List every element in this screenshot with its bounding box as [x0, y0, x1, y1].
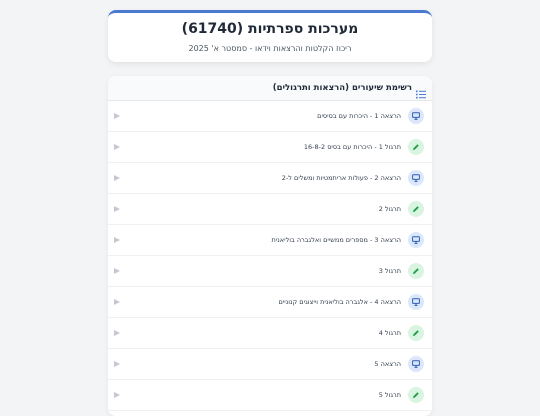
play-icon[interactable] — [114, 206, 120, 212]
presentation-icon — [408, 232, 424, 248]
lesson-row-label: הרצאה 1 - היכרות עם בסיסים — [317, 112, 401, 120]
lesson-row[interactable]: הרצאה 2 - פעולות אריתמטיות ומשלים ל-2 — [108, 163, 432, 194]
play-icon[interactable] — [114, 144, 120, 150]
lesson-row-label: הרצאה 4 - אלגברה בוליאנית וייצוגים קנוני… — [278, 298, 401, 306]
lessons-list: רשימת שיעורים (הרצאות ותרגולים) הרצאה 1 … — [108, 76, 432, 416]
presentation-icon — [408, 294, 424, 310]
lessons-list-header: רשימת שיעורים (הרצאות ותרגולים) — [108, 76, 432, 101]
lesson-row[interactable]: תרגול 3 — [108, 256, 432, 287]
play-icon[interactable] — [114, 299, 120, 305]
play-icon[interactable] — [114, 113, 120, 119]
page-subtitle: ריכוז הקלטות והרצאות וידאו - סמסטר א' 20… — [188, 44, 352, 53]
lesson-row-label: תרגול 4 — [378, 329, 401, 337]
lesson-row[interactable]: תרגול 1 - היכרות עם בסיס 16-8-2 — [108, 132, 432, 163]
play-icon[interactable] — [114, 175, 120, 181]
pencil-icon — [408, 201, 424, 217]
pencil-icon — [408, 325, 424, 341]
lesson-row[interactable]: תרגול 5 — [108, 380, 432, 411]
pencil-icon — [408, 263, 424, 279]
lesson-row-label: הרצאה 5 — [374, 360, 401, 368]
presentation-icon — [408, 108, 424, 124]
lessons-list-title: רשימת שיעורים (הרצאות ותרגולים) — [272, 83, 412, 93]
presentation-icon — [408, 170, 424, 186]
play-icon[interactable] — [114, 237, 120, 243]
play-icon[interactable] — [114, 268, 120, 274]
lesson-row[interactable]: תרגול 2 — [108, 194, 432, 225]
lesson-row-label: תרגול 5 — [378, 391, 401, 399]
lesson-row-label: הרצאה 2 - פעולות אריתמטיות ומשלים ל-2 — [281, 174, 401, 182]
play-icon[interactable] — [114, 361, 120, 367]
lesson-row-label: תרגול 1 - היכרות עם בסיס 16-8-2 — [303, 143, 401, 151]
lesson-row-label: תרגול 3 — [378, 267, 401, 275]
page-title: מערכות ספרתיות (61740) — [181, 21, 359, 37]
lesson-row[interactable]: הרצאה 1 - היכרות עם בסיסים — [108, 101, 432, 132]
lesson-row[interactable]: הרצאה 5 — [108, 349, 432, 380]
lesson-row-label: הרצאה 3 - מספרים ממשיים ואלגברה בוליאנית — [271, 236, 401, 244]
lesson-row[interactable]: תרגול 4 — [108, 318, 432, 349]
presentation-icon — [408, 356, 424, 372]
lesson-row[interactable]: הרצאה 3 - מספרים ממשיים ואלגברה בוליאנית — [108, 225, 432, 256]
pencil-icon — [408, 387, 424, 403]
lesson-row[interactable]: הרצאה 4 - אלגברה בוליאנית וייצוגים קנוני… — [108, 287, 432, 318]
lesson-row-label: תרגול 2 — [378, 205, 401, 213]
pencil-icon — [408, 139, 424, 155]
list-icon — [416, 84, 426, 99]
course-header: מערכות ספרתיות (61740) ריכוז הקלטות והרצ… — [108, 10, 432, 62]
play-icon[interactable] — [114, 392, 120, 398]
play-icon[interactable] — [114, 330, 120, 336]
